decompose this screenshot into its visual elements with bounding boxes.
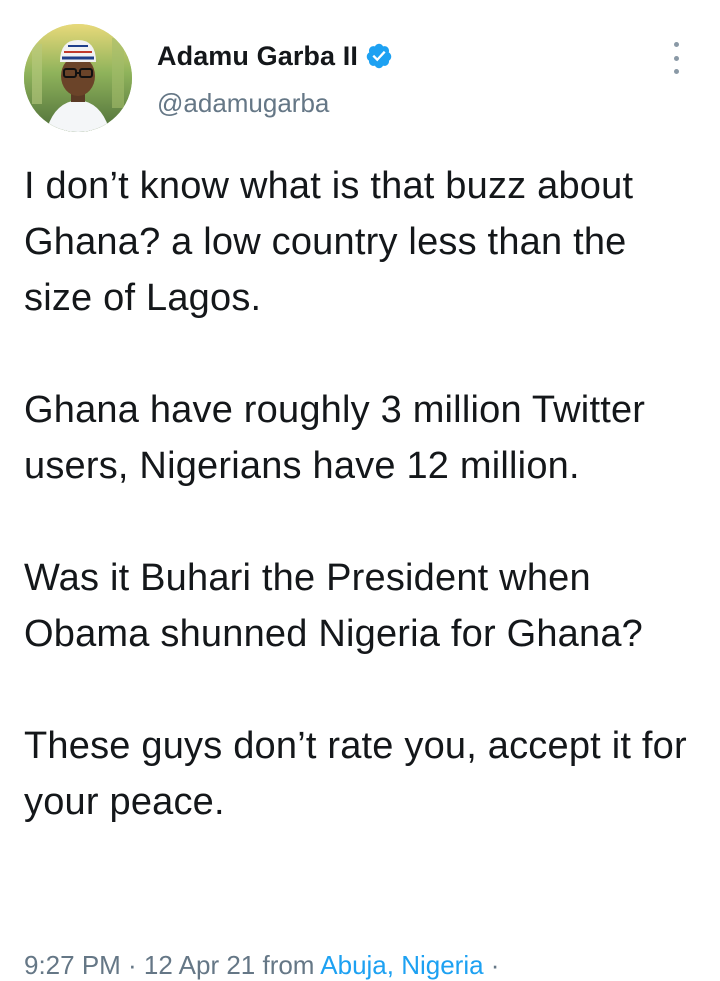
tweet-timestamp: 9:27 PM · 12 Apr 21 from bbox=[24, 950, 321, 980]
tweet-header: Adamu Garba II @adamugarba bbox=[24, 24, 696, 134]
author-handle[interactable]: @adamugarba bbox=[157, 88, 393, 119]
tweet-paragraph: I don’t know what is that buzz about Gha… bbox=[24, 165, 634, 319]
more-vertical-icon[interactable] bbox=[664, 40, 688, 76]
tweet-detail: Adamu Garba II @adamugarba I don’t know … bbox=[0, 0, 720, 980]
display-name-row: Adamu Garba II bbox=[157, 36, 393, 76]
more-dot bbox=[673, 55, 679, 61]
tweet-meta: 9:27 PM · 12 Apr 21 from Abuja, Nigeria … bbox=[24, 950, 499, 981]
more-dot bbox=[673, 42, 679, 47]
tweet-paragraph: Ghana have roughly 3 million Twitter use… bbox=[24, 389, 646, 487]
avatar-image bbox=[24, 24, 132, 132]
meta-separator: · bbox=[483, 950, 500, 980]
display-name[interactable]: Adamu Garba II bbox=[157, 41, 358, 72]
verified-badge-icon bbox=[365, 42, 393, 70]
location-link[interactable]: Abuja, Nigeria bbox=[320, 950, 483, 980]
avatar[interactable] bbox=[24, 24, 132, 132]
author-info: Adamu Garba II @adamugarba bbox=[157, 36, 393, 119]
tweet-text: I don’t know what is that buzz about Gha… bbox=[24, 158, 696, 830]
more-dot bbox=[673, 69, 679, 74]
tweet-paragraph: These guys don’t rate you, accept it for… bbox=[24, 725, 687, 823]
tweet-paragraph: Was it Buhari the President when Obama s… bbox=[24, 557, 644, 655]
